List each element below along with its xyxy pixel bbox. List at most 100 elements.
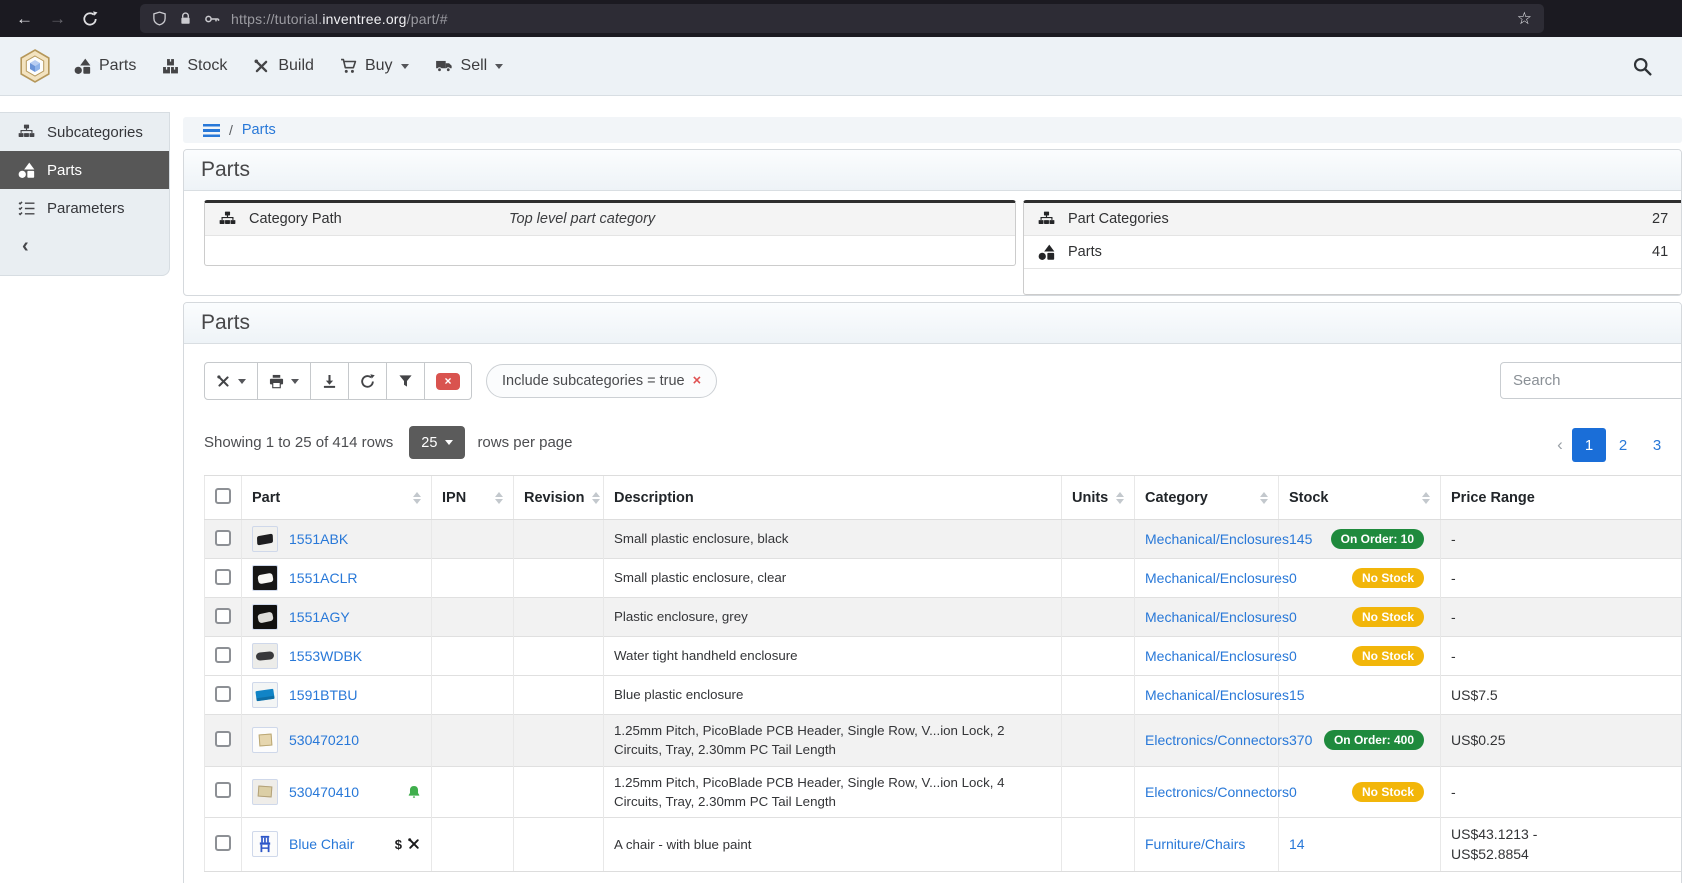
pagination-prev[interactable]: ‹ — [1548, 428, 1572, 462]
cell-units — [1062, 637, 1135, 676]
stock-count-link[interactable]: 14 — [1289, 836, 1305, 852]
cell-description: A chair - with blue paint — [604, 818, 1062, 872]
sidebar-item-parts[interactable]: Parts — [0, 151, 169, 189]
col-part[interactable]: Part — [242, 476, 432, 520]
browser-back-icon[interactable]: ← — [16, 10, 33, 27]
navbar-search-icon[interactable] — [1633, 57, 1652, 76]
part-thumbnail[interactable] — [252, 526, 278, 552]
part-link[interactable]: 1551ABK — [289, 531, 348, 547]
row-checkbox[interactable] — [215, 731, 231, 747]
url-text: https://tutorial.inventree.org/part/# — [231, 11, 448, 27]
filter-button[interactable] — [386, 362, 425, 400]
col-units[interactable]: Units — [1062, 476, 1135, 520]
sidebar-collapse-button[interactable]: ‹ — [0, 227, 169, 265]
part-link[interactable]: 1551ACLR — [289, 570, 358, 586]
refresh-button[interactable] — [348, 362, 387, 400]
part-thumbnail[interactable] — [252, 779, 278, 805]
part-description: Small plastic enclosure, clear — [614, 568, 1051, 587]
category-link[interactable]: Furniture/Chairs — [1145, 836, 1245, 852]
part-thumbnail[interactable] — [252, 727, 278, 753]
part-link[interactable]: Blue Chair — [289, 836, 354, 852]
inventree-logo[interactable] — [18, 49, 52, 83]
select-all-checkbox[interactable] — [215, 488, 231, 504]
sort-icon[interactable] — [495, 488, 503, 508]
pagination-page-1[interactable]: 1 — [1572, 428, 1606, 462]
stock-count-link[interactable]: 0 — [1289, 648, 1297, 664]
col-description[interactable]: Description — [604, 476, 1062, 520]
category-link[interactable]: Mechanical/Enclosures — [1145, 648, 1289, 664]
breadcrumb-menu-icon[interactable] — [203, 124, 220, 137]
actions-dropdown-button[interactable] — [204, 362, 258, 400]
col-stock[interactable]: Stock — [1279, 476, 1441, 520]
sidebar-item-parameters[interactable]: Parameters — [0, 189, 169, 227]
breadcrumb-current-link[interactable]: Parts — [242, 122, 276, 138]
row-checkbox[interactable] — [215, 686, 231, 702]
nav-parts-label: Parts — [99, 57, 136, 75]
part-thumbnail[interactable] — [252, 604, 278, 630]
stock-status-badge: No Stock — [1352, 607, 1424, 627]
nav-stock[interactable]: Stock — [162, 57, 227, 75]
category-link[interactable]: Electronics/Connectors — [1145, 732, 1289, 748]
col-category[interactable]: Category — [1135, 476, 1279, 520]
parts-table: Part IPN Revision Description Units Cate… — [204, 475, 1682, 872]
url-bar[interactable]: https://tutorial.inventree.org/part/# ☆ — [140, 4, 1544, 33]
category-link[interactable]: Mechanical/Enclosures — [1145, 687, 1289, 703]
sort-icon[interactable] — [1422, 488, 1430, 508]
stock-count-link[interactable]: 0 — [1289, 609, 1297, 625]
sort-icon[interactable] — [592, 488, 600, 508]
stock-count-link[interactable]: 0 — [1289, 570, 1297, 586]
bookmark-star-icon[interactable]: ☆ — [1517, 9, 1532, 29]
row-checkbox[interactable] — [215, 569, 231, 585]
table-row: 1551ACLR Small plastic enclosure, clear Me… — [205, 559, 1682, 598]
browser-refresh-icon[interactable] — [82, 11, 98, 27]
sidebar-item-subcategories[interactable]: Subcategories — [0, 113, 169, 151]
part-link[interactable]: 530470210 — [289, 732, 359, 748]
stock-count-link[interactable]: 0 — [1289, 784, 1297, 800]
nav-parts[interactable]: Parts — [74, 57, 136, 75]
pagination-page-2[interactable]: 2 — [1606, 428, 1640, 462]
browser-forward-icon[interactable]: → — [49, 10, 66, 27]
part-link[interactable]: 1591BTBU — [289, 687, 357, 703]
category-link[interactable]: Mechanical/Enclosures — [1145, 570, 1289, 586]
part-thumbnail[interactable] — [252, 565, 278, 591]
export-button[interactable] — [310, 362, 349, 400]
part-thumbnail[interactable] — [252, 682, 278, 708]
part-link[interactable]: 1553WDBK — [289, 648, 362, 664]
remove-filter-chip-icon[interactable]: × — [693, 373, 701, 389]
category-link[interactable]: Electronics/Connectors — [1145, 784, 1289, 800]
sort-icon[interactable] — [1116, 488, 1124, 508]
part-thumbnail[interactable] — [252, 831, 278, 857]
table-search-input[interactable] — [1500, 362, 1682, 399]
sort-icon[interactable] — [413, 488, 421, 508]
row-checkbox[interactable] — [215, 608, 231, 624]
part-thumbnail[interactable] — [252, 643, 278, 669]
col-ipn[interactable]: IPN — [432, 476, 514, 520]
cell-category: Mechanical/Enclosures — [1135, 559, 1279, 598]
nav-buy[interactable]: Buy — [340, 57, 409, 75]
nav-sell[interactable]: Sell — [435, 57, 504, 75]
part-link[interactable]: 530470410 — [289, 784, 359, 800]
col-revision[interactable]: Revision — [514, 476, 604, 520]
stock-count-link[interactable]: 370 — [1289, 732, 1312, 748]
row-checkbox[interactable] — [215, 835, 231, 851]
stat-label: Part Categories — [1068, 211, 1169, 227]
clear-filters-button[interactable]: × — [424, 362, 472, 400]
stock-count-link[interactable]: 145 — [1289, 531, 1312, 547]
stock-count-link[interactable]: 15 — [1289, 687, 1305, 703]
app-root: ← → https://tutorial.inventree.org/part/… — [0, 0, 1682, 883]
cell-ipn — [432, 520, 514, 559]
row-checkbox[interactable] — [215, 647, 231, 663]
row-checkbox[interactable] — [215, 530, 231, 546]
category-link[interactable]: Mechanical/Enclosures — [1145, 609, 1289, 625]
row-checkbox[interactable] — [215, 782, 231, 798]
category-link[interactable]: Mechanical/Enclosures — [1145, 531, 1289, 547]
page-size-dropdown[interactable]: 25 — [409, 426, 465, 459]
filter-chip-label: Include subcategories = true — [502, 373, 685, 389]
nav-build[interactable]: Build — [253, 57, 314, 75]
sort-icon[interactable] — [1260, 488, 1268, 508]
print-dropdown-button[interactable] — [257, 362, 311, 400]
col-price-range[interactable]: Price Range — [1441, 476, 1682, 520]
part-link[interactable]: 1551AGY — [289, 609, 350, 625]
pagination-page-3[interactable]: 3 — [1640, 428, 1674, 462]
download-icon — [322, 374, 337, 389]
